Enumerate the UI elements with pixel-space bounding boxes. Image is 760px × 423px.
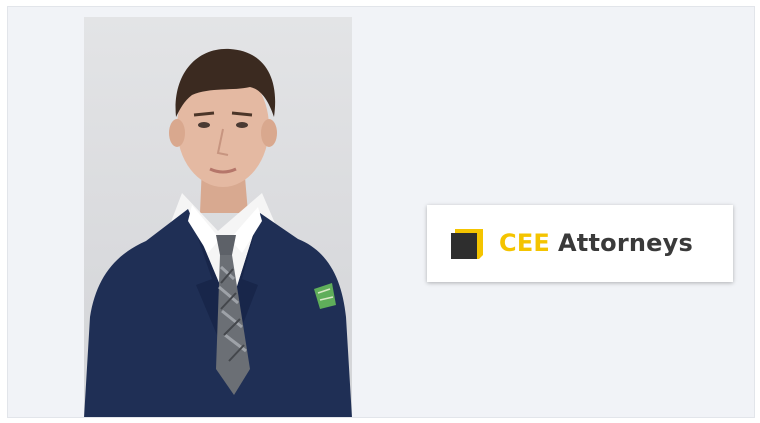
portrait-photo: [84, 17, 352, 417]
logo-wordmark: CEE Attorneys: [499, 225, 693, 261]
logo-card: CEE Attorneys: [427, 205, 733, 282]
image-frame: CEE Attorneys: [7, 6, 755, 418]
yellow-cube-icon: [451, 229, 483, 259]
person-portrait-icon: [84, 48, 352, 417]
logo-text-secondary: Attorneys: [558, 229, 693, 257]
logo-text-primary: CEE: [499, 229, 551, 257]
